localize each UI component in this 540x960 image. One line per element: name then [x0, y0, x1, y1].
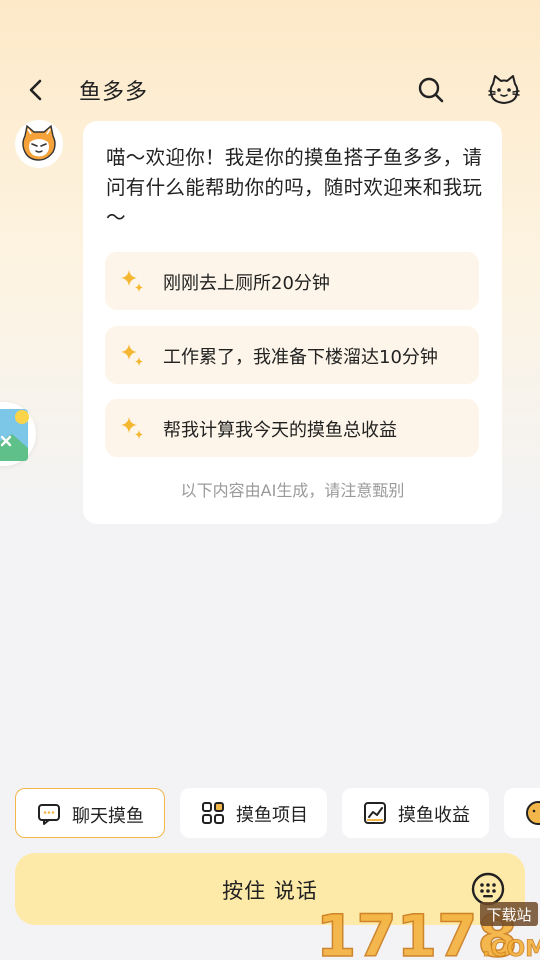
assistant-avatar[interactable]: [15, 120, 63, 168]
tab-label: 聊天摸鱼: [72, 806, 144, 827]
sparkle-icon: [121, 417, 143, 439]
suggestion-chip[interactable]: 帮我计算我今天的摸鱼总收益: [105, 399, 479, 457]
cat-profile-button[interactable]: [487, 73, 521, 107]
cat-avatar-icon: [22, 124, 56, 161]
chevron-left-icon: [29, 79, 42, 101]
tab-more[interactable]: [504, 788, 540, 838]
ai-disclaimer: 以下内容由AI生成，请注意甄别: [180, 481, 405, 500]
tab-moyu-earnings[interactable]: 摸鱼收益: [342, 788, 489, 838]
welcome-message-bubble: 喵～欢迎你！我是你的摸鱼搭子鱼多多，请问有什么能帮助你的吗，随时欢迎来和我玩～ …: [83, 121, 502, 524]
suggestion-text: 刚刚去上厕所20分钟: [163, 273, 330, 294]
image-icon: [0, 409, 29, 461]
floating-image-widget[interactable]: [0, 402, 36, 466]
search-icon: [418, 77, 444, 103]
trend-chart-icon: [364, 802, 386, 824]
watermark-tag: 下载站: [486, 906, 531, 924]
emoji-icon: [526, 801, 540, 825]
site-watermark: 17178 下载站 .COM: [315, 900, 540, 960]
suggestion-chip[interactable]: 工作累了，我准备下楼溜达10分钟: [105, 326, 479, 384]
top-bar: 鱼多多: [0, 62, 540, 118]
cat-face-icon: [488, 75, 520, 104]
suggestion-text: 工作累了，我准备下楼溜达10分钟: [163, 347, 438, 368]
tab-chat-moyu[interactable]: 聊天摸鱼: [15, 788, 165, 838]
search-button[interactable]: [416, 75, 446, 105]
tab-label: 摸鱼收益: [398, 805, 470, 826]
watermark-suffix: .COM: [482, 937, 540, 960]
sparkle-icon: [121, 270, 143, 292]
welcome-text: 喵～欢迎你！我是你的摸鱼搭子鱼多多，请问有什么能帮助你的吗，随时欢迎来和我玩～: [106, 146, 483, 229]
chat-bubble-icon: [38, 804, 60, 825]
suggestion-text: 帮我计算我今天的摸鱼总收益: [163, 420, 397, 441]
grid-icon: [202, 802, 224, 824]
sparkle-icon: [121, 344, 143, 366]
back-button[interactable]: [22, 76, 50, 104]
page-title: 鱼多多: [79, 80, 149, 105]
suggestion-chip[interactable]: 刚刚去上厕所20分钟: [105, 252, 479, 310]
function-tabs: 聊天摸鱼 摸鱼项目 摸鱼收益: [0, 788, 540, 838]
tab-label: 摸鱼项目: [236, 805, 308, 826]
tab-moyu-projects[interactable]: 摸鱼项目: [180, 788, 327, 838]
watermark-logo: 17178 下载站 .COM: [315, 901, 540, 960]
